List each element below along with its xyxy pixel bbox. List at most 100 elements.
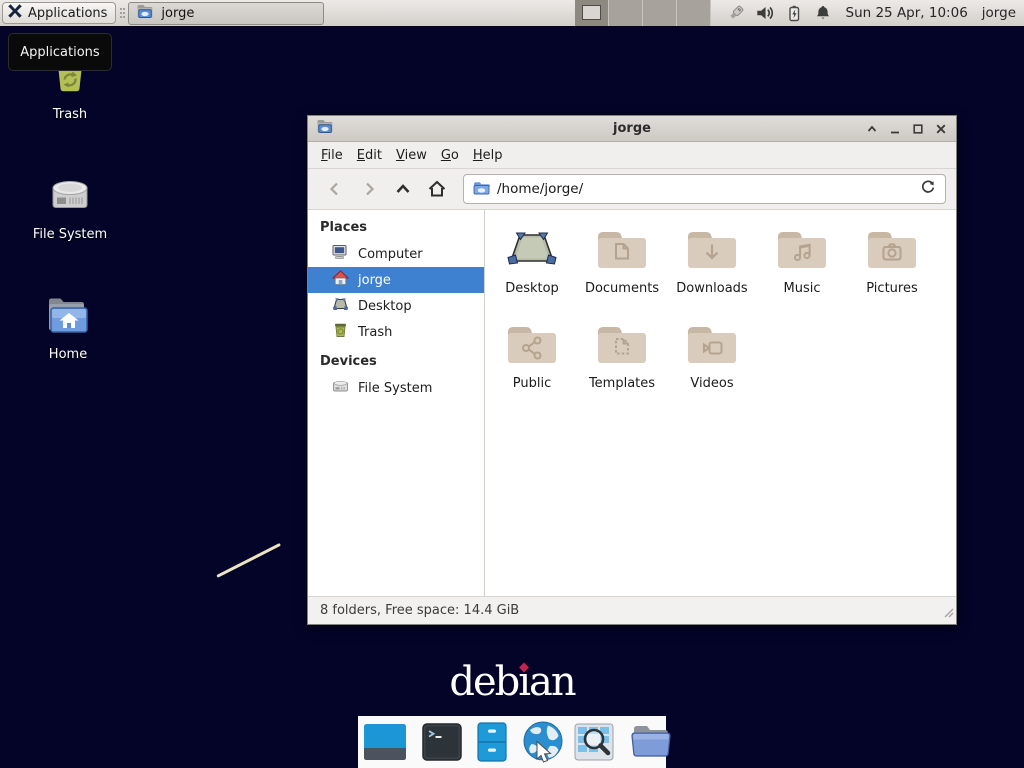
path-folder-icon <box>473 180 490 199</box>
shade-button[interactable] <box>864 121 879 136</box>
xfce-logo-icon <box>7 3 23 23</box>
workspace-3[interactable] <box>643 0 677 26</box>
applications-menu-label: Applications <box>28 6 107 21</box>
workspace-2[interactable] <box>609 0 643 26</box>
menu-edit[interactable]: Edit <box>350 145 389 166</box>
system-tray <box>725 2 834 24</box>
file-manager-window: jorge File Edit View Go Help <box>307 115 957 625</box>
workspace-4[interactable] <box>677 0 711 26</box>
wordmark-text: deb <box>449 659 518 705</box>
templates-folder-icon <box>595 322 649 366</box>
forward-button[interactable] <box>352 174 386 204</box>
home-icon <box>332 270 349 290</box>
public-folder-icon <box>505 322 559 366</box>
dock-show-desktop-icon[interactable] <box>362 721 408 763</box>
documents-folder-icon <box>595 227 649 271</box>
home-button[interactable] <box>420 174 454 204</box>
toolbar: /home/jorge/ <box>308 169 956 210</box>
sidebar-item-label: Computer <box>358 247 423 262</box>
sidebar-item-jorge[interactable]: jorge <box>308 267 484 293</box>
removable-media-icon[interactable] <box>725 2 747 24</box>
folder-label: Templates <box>589 376 655 391</box>
sidebar-devices-header: Devices <box>308 345 484 375</box>
sidebar-item-trash[interactable]: Trash <box>308 319 484 345</box>
folder-item-videos[interactable]: Videos <box>667 319 757 414</box>
sidebar-item-file-system[interactable]: File System <box>308 375 484 401</box>
top-panel: Applications jorge <box>0 0 1024 26</box>
folder-item-pictures[interactable]: Pictures <box>847 224 937 319</box>
file-manager-window-icon <box>136 4 154 23</box>
folder-item-music[interactable]: Music <box>757 224 847 319</box>
menu-help[interactable]: Help <box>466 145 510 166</box>
window-titlebar[interactable]: jorge <box>308 116 956 142</box>
back-button[interactable] <box>318 174 352 204</box>
folder-item-public[interactable]: Public <box>487 319 577 414</box>
desktop-icon-home[interactable]: Home <box>18 294 118 362</box>
applications-menu-button[interactable]: Applications <box>2 2 116 24</box>
folder-item-templates[interactable]: Templates <box>577 319 667 414</box>
menu-view[interactable]: View <box>389 145 434 166</box>
sidebar-item-desktop[interactable]: Desktop <box>308 293 484 319</box>
menu-go[interactable]: Go <box>434 145 466 166</box>
tooltip-text: Applications <box>20 45 99 60</box>
dock <box>358 716 666 768</box>
folder-label: Downloads <box>676 281 747 296</box>
close-button[interactable] <box>933 121 948 136</box>
folder-item-desktop[interactable]: Desktop <box>487 224 577 319</box>
panel-separator-handle[interactable] <box>118 4 126 22</box>
desktop-icon-label: File System <box>33 227 107 242</box>
wallpaper-streak <box>216 543 281 578</box>
videos-folder-icon <box>685 322 739 366</box>
folder-item-documents[interactable]: Documents <box>577 224 667 319</box>
sidebar-item-label: File System <box>358 381 432 396</box>
reload-icon[interactable] <box>920 179 936 199</box>
path-input[interactable]: /home/jorge/ <box>497 181 913 197</box>
folder-label: Public <box>513 376 551 391</box>
wordmark-text: an <box>529 659 575 705</box>
desktop-mini-icon <box>332 296 349 316</box>
dock-file-cabinet-icon[interactable] <box>470 721 514 763</box>
sidebar-item-label: Desktop <box>358 299 412 314</box>
statusbar: 8 folders, Free space: 14.4 GiB <box>308 596 956 624</box>
applications-tooltip: Applications <box>8 33 112 71</box>
wordmark-dotless-i: ı <box>518 662 529 702</box>
folder-label: Music <box>784 281 821 296</box>
computer-icon <box>332 244 349 264</box>
home-folder-icon <box>44 294 92 342</box>
taskbar-item-jorge[interactable]: jorge <box>128 2 324 25</box>
sidebar: Places Computer jorge Desktop <box>308 210 485 596</box>
dock-terminal-icon[interactable] <box>420 721 464 763</box>
workspace-switcher <box>575 0 711 26</box>
panel-clock[interactable]: Sun 25 Apr, 10:06 <box>846 5 968 21</box>
pictures-folder-icon <box>865 227 919 271</box>
folder-view: Desktop Documents Downloads <box>485 210 956 596</box>
resize-grip[interactable] <box>942 606 954 622</box>
maximize-button[interactable] <box>910 121 925 136</box>
desktop-icon-label: Home <box>49 347 87 362</box>
folder-label: Videos <box>690 376 733 391</box>
volume-icon[interactable] <box>754 2 776 24</box>
debian-wordmark: debıan <box>0 662 1024 702</box>
downloads-folder-icon <box>685 227 739 271</box>
workspace-1[interactable] <box>575 0 609 26</box>
taskbar-item-label: jorge <box>161 6 194 21</box>
menu-file[interactable]: File <box>314 145 350 166</box>
desktop-icon-file-system[interactable]: File System <box>20 172 120 242</box>
statusbar-text: 8 folders, Free space: 14.4 GiB <box>320 603 519 618</box>
dock-web-browser-icon[interactable] <box>520 720 566 764</box>
path-bar[interactable]: /home/jorge/ <box>463 174 946 204</box>
battery-icon[interactable] <box>783 2 805 24</box>
trash-mini-icon <box>332 322 349 342</box>
sidebar-item-computer[interactable]: Computer <box>308 241 484 267</box>
minimize-button[interactable] <box>887 121 902 136</box>
folder-label: Documents <box>585 281 659 296</box>
notifications-bell-icon[interactable] <box>812 2 834 24</box>
window-title: jorge <box>308 121 956 136</box>
sidebar-item-label: Trash <box>358 325 392 340</box>
dock-application-finder-icon[interactable] <box>572 721 616 763</box>
folder-item-downloads[interactable]: Downloads <box>667 224 757 319</box>
dock-file-manager-icon[interactable] <box>628 722 674 762</box>
panel-username[interactable]: jorge <box>982 5 1016 21</box>
up-button[interactable] <box>386 174 420 204</box>
workspace-window-preview <box>582 5 601 20</box>
